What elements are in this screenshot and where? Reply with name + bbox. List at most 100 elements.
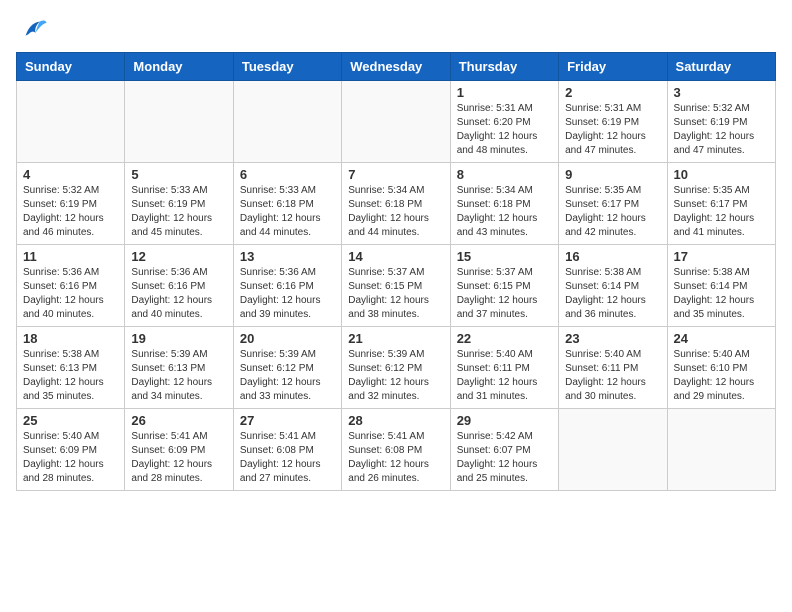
day-info: Sunrise: 5:33 AM Sunset: 6:19 PM Dayligh… <box>131 184 226 240</box>
calendar-cell <box>667 409 775 491</box>
day-number: 4 <box>23 167 118 182</box>
day-info: Sunrise: 5:34 AM Sunset: 6:18 PM Dayligh… <box>457 184 552 240</box>
day-info: Sunrise: 5:38 AM Sunset: 6:13 PM Dayligh… <box>23 348 118 404</box>
calendar-cell: 24 Sunrise: 5:40 AM Sunset: 6:10 PM Dayli… <box>667 327 775 409</box>
calendar-cell: 15Sunrise: 5:37 AM Sunset: 6:15 PM Dayli… <box>450 245 558 327</box>
column-header-sunday: Sunday <box>17 53 125 81</box>
calendar-cell <box>559 409 667 491</box>
calendar-table: SundayMondayTuesdayWednesdayThursdayFrid… <box>16 52 776 491</box>
calendar-cell: 2 Sunrise: 5:31 AM Sunset: 6:19 PM Daylig… <box>559 81 667 163</box>
day-info: Sunrise: 5:41 AM Sunset: 6:08 PM Dayligh… <box>348 430 443 486</box>
day-info: Sunrise: 5:36 AM Sunset: 6:16 PM Dayligh… <box>240 266 335 322</box>
day-number: 14 <box>348 249 443 264</box>
day-info: Sunrise: 5:42 AM Sunset: 6:07 PM Dayligh… <box>457 430 552 486</box>
day-info: Sunrise: 5:39 AM Sunset: 6:12 PM Dayligh… <box>348 348 443 404</box>
day-number: 17 <box>674 249 769 264</box>
calendar-cell: 1 Sunrise: 5:31 AM Sunset: 6:20 PM Daylig… <box>450 81 558 163</box>
day-number: 26 <box>131 413 226 428</box>
day-number: 27 <box>240 413 335 428</box>
calendar-cell: 9Sunrise: 5:35 AM Sunset: 6:17 PM Daylig… <box>559 163 667 245</box>
day-info: Sunrise: 5:40 AM Sunset: 6:11 PM Dayligh… <box>457 348 552 404</box>
day-number: 12 <box>131 249 226 264</box>
day-info: Sunrise: 5:39 AM Sunset: 6:13 PM Dayligh… <box>131 348 226 404</box>
calendar-cell: 14 Sunrise: 5:37 AM Sunset: 6:15 PM Dayli… <box>342 245 450 327</box>
day-number: 28 <box>348 413 443 428</box>
day-number: 22 <box>457 331 552 346</box>
day-number: 1 <box>457 85 552 100</box>
day-info: Sunrise: 5:41 AM Sunset: 6:09 PM Dayligh… <box>131 430 226 486</box>
calendar-cell: 16Sunrise: 5:38 AM Sunset: 6:14 PM Dayli… <box>559 245 667 327</box>
page-header <box>16 16 776 44</box>
day-info: Sunrise: 5:36 AM Sunset: 6:16 PM Dayligh… <box>23 266 118 322</box>
day-number: 7 <box>348 167 443 182</box>
column-header-saturday: Saturday <box>667 53 775 81</box>
day-info: Sunrise: 5:35 AM Sunset: 6:17 PM Dayligh… <box>674 184 769 240</box>
day-number: 13 <box>240 249 335 264</box>
day-info: Sunrise: 5:40 AM Sunset: 6:10 PM Dayligh… <box>674 348 769 404</box>
day-number: 18 <box>23 331 118 346</box>
calendar-week-row: 11 Sunrise: 5:36 AM Sunset: 6:16 PM Dayli… <box>17 245 776 327</box>
day-number: 29 <box>457 413 552 428</box>
calendar-cell: 26 Sunrise: 5:41 AM Sunset: 6:09 PM Dayli… <box>125 409 233 491</box>
calendar-cell: 22 Sunrise: 5:40 AM Sunset: 6:11 PM Dayli… <box>450 327 558 409</box>
day-info: Sunrise: 5:31 AM Sunset: 6:20 PM Dayligh… <box>457 102 552 158</box>
calendar-cell: 28 Sunrise: 5:41 AM Sunset: 6:08 PM Dayli… <box>342 409 450 491</box>
day-number: 11 <box>23 249 118 264</box>
day-info: Sunrise: 5:40 AM Sunset: 6:11 PM Dayligh… <box>565 348 660 404</box>
day-info: Sunrise: 5:32 AM Sunset: 6:19 PM Dayligh… <box>674 102 769 158</box>
calendar-cell: 4 Sunrise: 5:32 AM Sunset: 6:19 PM Daylig… <box>17 163 125 245</box>
column-header-friday: Friday <box>559 53 667 81</box>
calendar-cell: 11 Sunrise: 5:36 AM Sunset: 6:16 PM Dayli… <box>17 245 125 327</box>
calendar-cell: 23 Sunrise: 5:40 AM Sunset: 6:11 PM Dayli… <box>559 327 667 409</box>
day-number: 8 <box>457 167 552 182</box>
day-info: Sunrise: 5:37 AM Sunset: 6:15 PM Dayligh… <box>348 266 443 322</box>
calendar-cell <box>342 81 450 163</box>
calendar-cell <box>17 81 125 163</box>
day-number: 6 <box>240 167 335 182</box>
calendar-cell: 6Sunrise: 5:33 AM Sunset: 6:18 PM Daylig… <box>233 163 341 245</box>
day-info: Sunrise: 5:34 AM Sunset: 6:18 PM Dayligh… <box>348 184 443 240</box>
day-info: Sunrise: 5:35 AM Sunset: 6:17 PM Dayligh… <box>565 184 660 240</box>
column-header-wednesday: Wednesday <box>342 53 450 81</box>
day-info: Sunrise: 5:40 AM Sunset: 6:09 PM Dayligh… <box>23 430 118 486</box>
calendar-cell: 18 Sunrise: 5:38 AM Sunset: 6:13 PM Dayli… <box>17 327 125 409</box>
day-number: 10 <box>674 167 769 182</box>
calendar-cell: 19 Sunrise: 5:39 AM Sunset: 6:13 PM Dayli… <box>125 327 233 409</box>
logo-bird-icon <box>20 16 48 44</box>
calendar-cell <box>125 81 233 163</box>
day-number: 23 <box>565 331 660 346</box>
calendar-cell: 12 Sunrise: 5:36 AM Sunset: 6:16 PM Dayli… <box>125 245 233 327</box>
column-header-thursday: Thursday <box>450 53 558 81</box>
calendar-cell: 20 Sunrise: 5:39 AM Sunset: 6:12 PM Dayli… <box>233 327 341 409</box>
day-info: Sunrise: 5:38 AM Sunset: 6:14 PM Dayligh… <box>565 266 660 322</box>
column-header-tuesday: Tuesday <box>233 53 341 81</box>
day-info: Sunrise: 5:39 AM Sunset: 6:12 PM Dayligh… <box>240 348 335 404</box>
calendar-week-row: 25Sunrise: 5:40 AM Sunset: 6:09 PM Dayli… <box>17 409 776 491</box>
calendar-cell <box>233 81 341 163</box>
calendar-cell: 21Sunrise: 5:39 AM Sunset: 6:12 PM Dayli… <box>342 327 450 409</box>
calendar-cell: 3 Sunrise: 5:32 AM Sunset: 6:19 PM Daylig… <box>667 81 775 163</box>
calendar-cell: 17 Sunrise: 5:38 AM Sunset: 6:14 PM Dayli… <box>667 245 775 327</box>
day-info: Sunrise: 5:31 AM Sunset: 6:19 PM Dayligh… <box>565 102 660 158</box>
calendar-cell: 5 Sunrise: 5:33 AM Sunset: 6:19 PM Daylig… <box>125 163 233 245</box>
day-info: Sunrise: 5:41 AM Sunset: 6:08 PM Dayligh… <box>240 430 335 486</box>
calendar-week-row: 4 Sunrise: 5:32 AM Sunset: 6:19 PM Daylig… <box>17 163 776 245</box>
calendar-week-row: 1 Sunrise: 5:31 AM Sunset: 6:20 PM Daylig… <box>17 81 776 163</box>
calendar-cell: 29 Sunrise: 5:42 AM Sunset: 6:07 PM Dayli… <box>450 409 558 491</box>
calendar-cell: 27 Sunrise: 5:41 AM Sunset: 6:08 PM Dayli… <box>233 409 341 491</box>
day-number: 20 <box>240 331 335 346</box>
calendar-cell: 25Sunrise: 5:40 AM Sunset: 6:09 PM Dayli… <box>17 409 125 491</box>
calendar-cell: 7 Sunrise: 5:34 AM Sunset: 6:18 PM Daylig… <box>342 163 450 245</box>
day-number: 5 <box>131 167 226 182</box>
day-number: 2 <box>565 85 660 100</box>
day-info: Sunrise: 5:38 AM Sunset: 6:14 PM Dayligh… <box>674 266 769 322</box>
column-header-monday: Monday <box>125 53 233 81</box>
day-number: 19 <box>131 331 226 346</box>
day-info: Sunrise: 5:32 AM Sunset: 6:19 PM Dayligh… <box>23 184 118 240</box>
calendar-cell: 10 Sunrise: 5:35 AM Sunset: 6:17 PM Dayli… <box>667 163 775 245</box>
day-info: Sunrise: 5:37 AM Sunset: 6:15 PM Dayligh… <box>457 266 552 322</box>
calendar-cell: 8 Sunrise: 5:34 AM Sunset: 6:18 PM Daylig… <box>450 163 558 245</box>
day-number: 24 <box>674 331 769 346</box>
day-number: 3 <box>674 85 769 100</box>
day-info: Sunrise: 5:36 AM Sunset: 6:16 PM Dayligh… <box>131 266 226 322</box>
